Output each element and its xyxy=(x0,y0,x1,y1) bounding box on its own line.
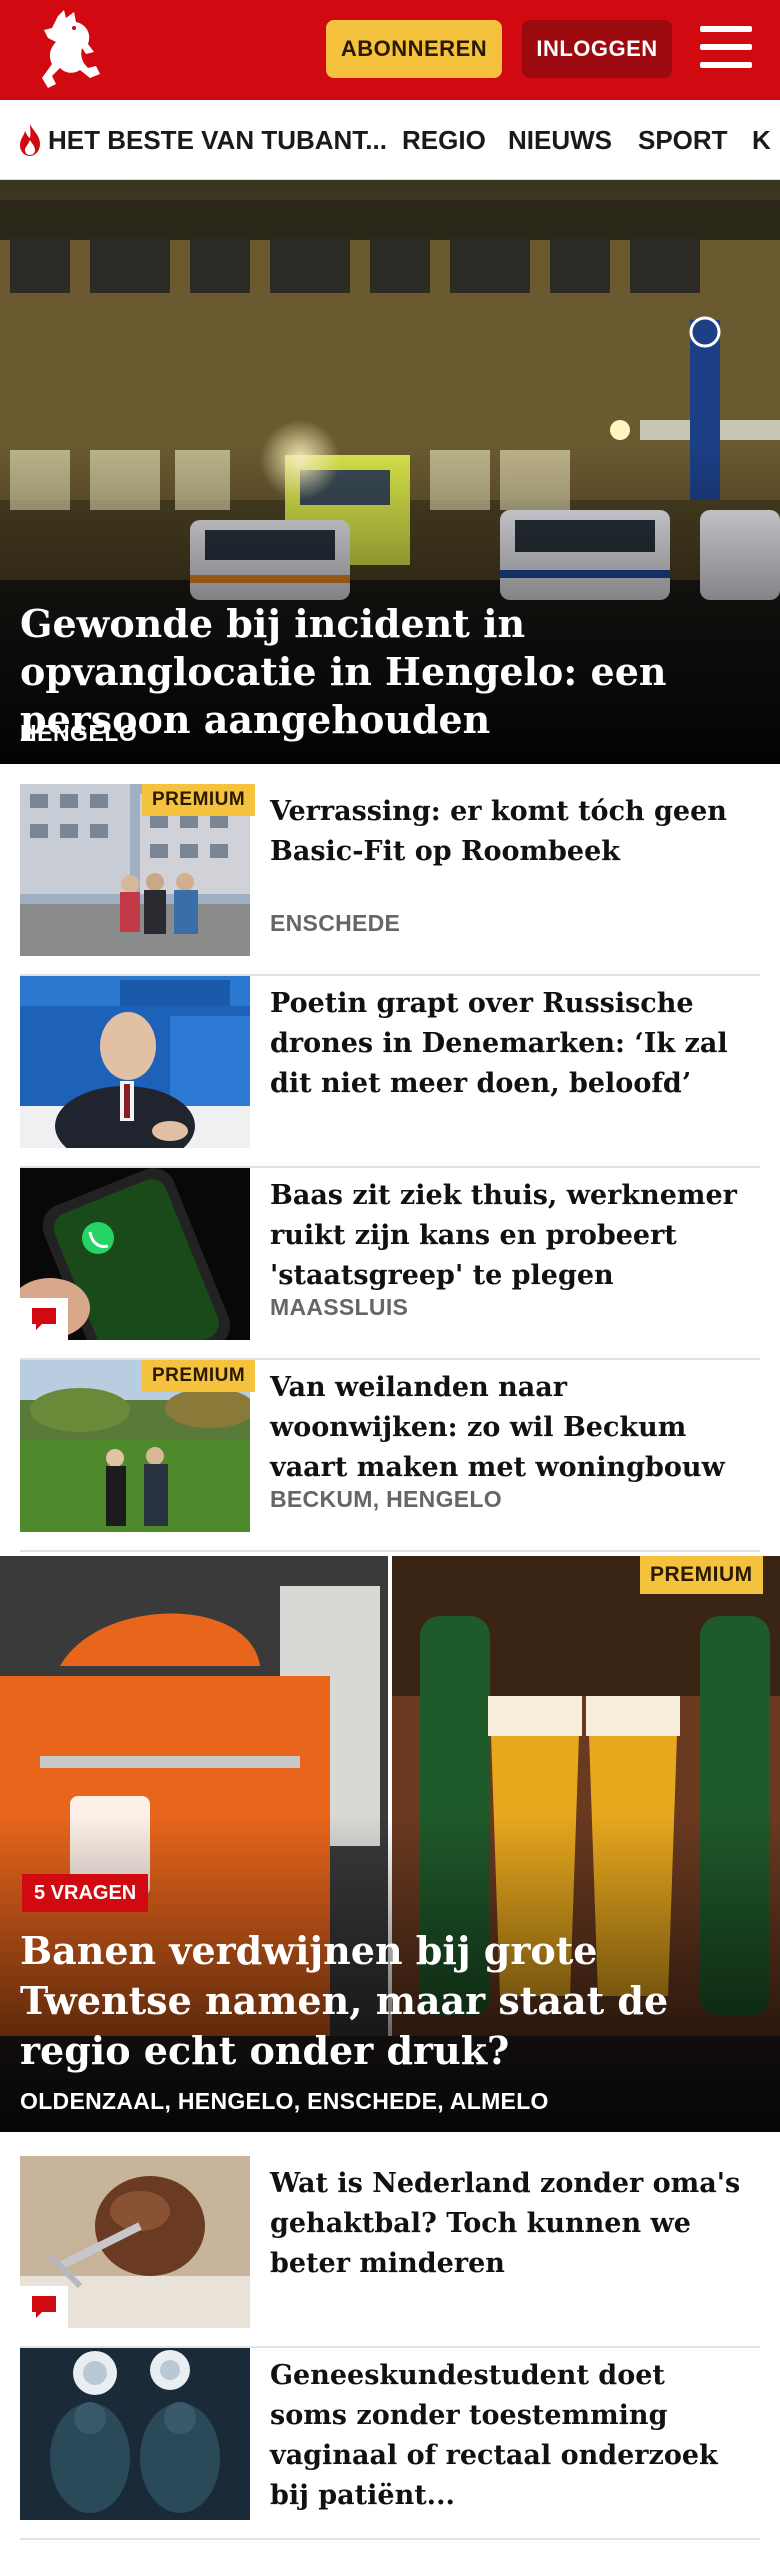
premium-badge: PREMIUM xyxy=(142,1360,256,1392)
fire-icon xyxy=(20,124,40,156)
section-nav: HET BESTE VAN TUBANT... REGIO NIEUWS SPO… xyxy=(0,100,780,180)
list-item[interactable]: Wat is Nederland zonder oma's gehaktbal?… xyxy=(20,2156,760,2348)
nav-item-more[interactable]: K xyxy=(752,100,771,179)
article-title[interactable]: Verrassing: er komt tóch geen Basic-Fit … xyxy=(270,792,750,872)
hero-location: HENGELO xyxy=(20,720,138,746)
login-button[interactable]: INLOGGEN xyxy=(522,20,672,78)
top-header: ABONNEREN INLOGGEN xyxy=(0,0,780,100)
list-item[interactable]: Geneeskundestudent doet soms zonder toes… xyxy=(20,2348,760,2540)
article-title[interactable]: Baas zit ziek thuis, werknemer ruikt zij… xyxy=(270,1176,750,1296)
nav-item-best-of[interactable]: HET BESTE VAN TUBANT... xyxy=(16,100,387,179)
tubantia-horse-logo[interactable] xyxy=(30,8,110,92)
feature-location: OLDENZAAL, HENGELO, ENSCHEDE, ALMELO xyxy=(20,2088,549,2114)
article-location: ENSCHEDE xyxy=(270,910,401,936)
article-title[interactable]: Poetin grapt over Russische drones in De… xyxy=(270,984,750,1104)
feature-tag: 5 VRAGEN xyxy=(22,1874,149,1912)
comment-icon xyxy=(20,1298,68,1340)
article-location: BECKUM, HENGELO xyxy=(270,1486,502,1512)
nav-item-label: K xyxy=(752,124,771,155)
premium-badge: PREMIUM xyxy=(142,784,256,816)
list-item[interactable]: PREMIUM Verrassing: er komt tóch geen Ba… xyxy=(20,784,760,976)
feature-article[interactable]: PREMIUM 5 VRAGEN Banen verdwijnen bij gr… xyxy=(0,1556,780,2132)
hamburger-menu-icon[interactable] xyxy=(700,24,752,70)
article-location: MAASSLUIS xyxy=(270,1294,409,1320)
list-item[interactable]: Baas zit ziek thuis, werknemer ruikt zij… xyxy=(20,1168,760,1360)
nav-item-label: SPORT xyxy=(638,124,728,155)
nav-item-sport[interactable]: SPORT xyxy=(638,100,728,179)
nav-item-label: REGIO xyxy=(402,124,486,155)
article-thumbnail xyxy=(20,2348,250,2520)
nav-item-label: NIEUWS xyxy=(508,124,612,155)
article-thumbnail xyxy=(20,976,250,1148)
nav-item-regio[interactable]: REGIO xyxy=(402,100,486,179)
article-title[interactable]: Van weilanden naar woonwijken: zo wil Be… xyxy=(270,1368,750,1488)
article-title[interactable]: Wat is Nederland zonder oma's gehaktbal?… xyxy=(270,2164,750,2284)
list-item[interactable]: PREMIUM Van weilanden naar woonwijken: z… xyxy=(20,1360,760,1552)
premium-badge: PREMIUM xyxy=(640,1556,763,1594)
subscribe-button[interactable]: ABONNEREN xyxy=(326,20,502,78)
feature-title[interactable]: Banen verdwijnen bij grote Twentse namen… xyxy=(20,1926,760,2076)
nav-item-label: HET BESTE VAN TUBANT... xyxy=(48,124,387,155)
comment-icon xyxy=(20,2286,68,2328)
hero-article[interactable]: Gewonde bij incident in opvanglocatie in… xyxy=(0,180,780,764)
article-title[interactable]: Geneeskundestudent doet soms zonder toes… xyxy=(270,2356,750,2516)
nav-item-nieuws[interactable]: NIEUWS xyxy=(508,100,612,179)
list-item[interactable]: Poetin grapt over Russische drones in De… xyxy=(20,976,760,1168)
